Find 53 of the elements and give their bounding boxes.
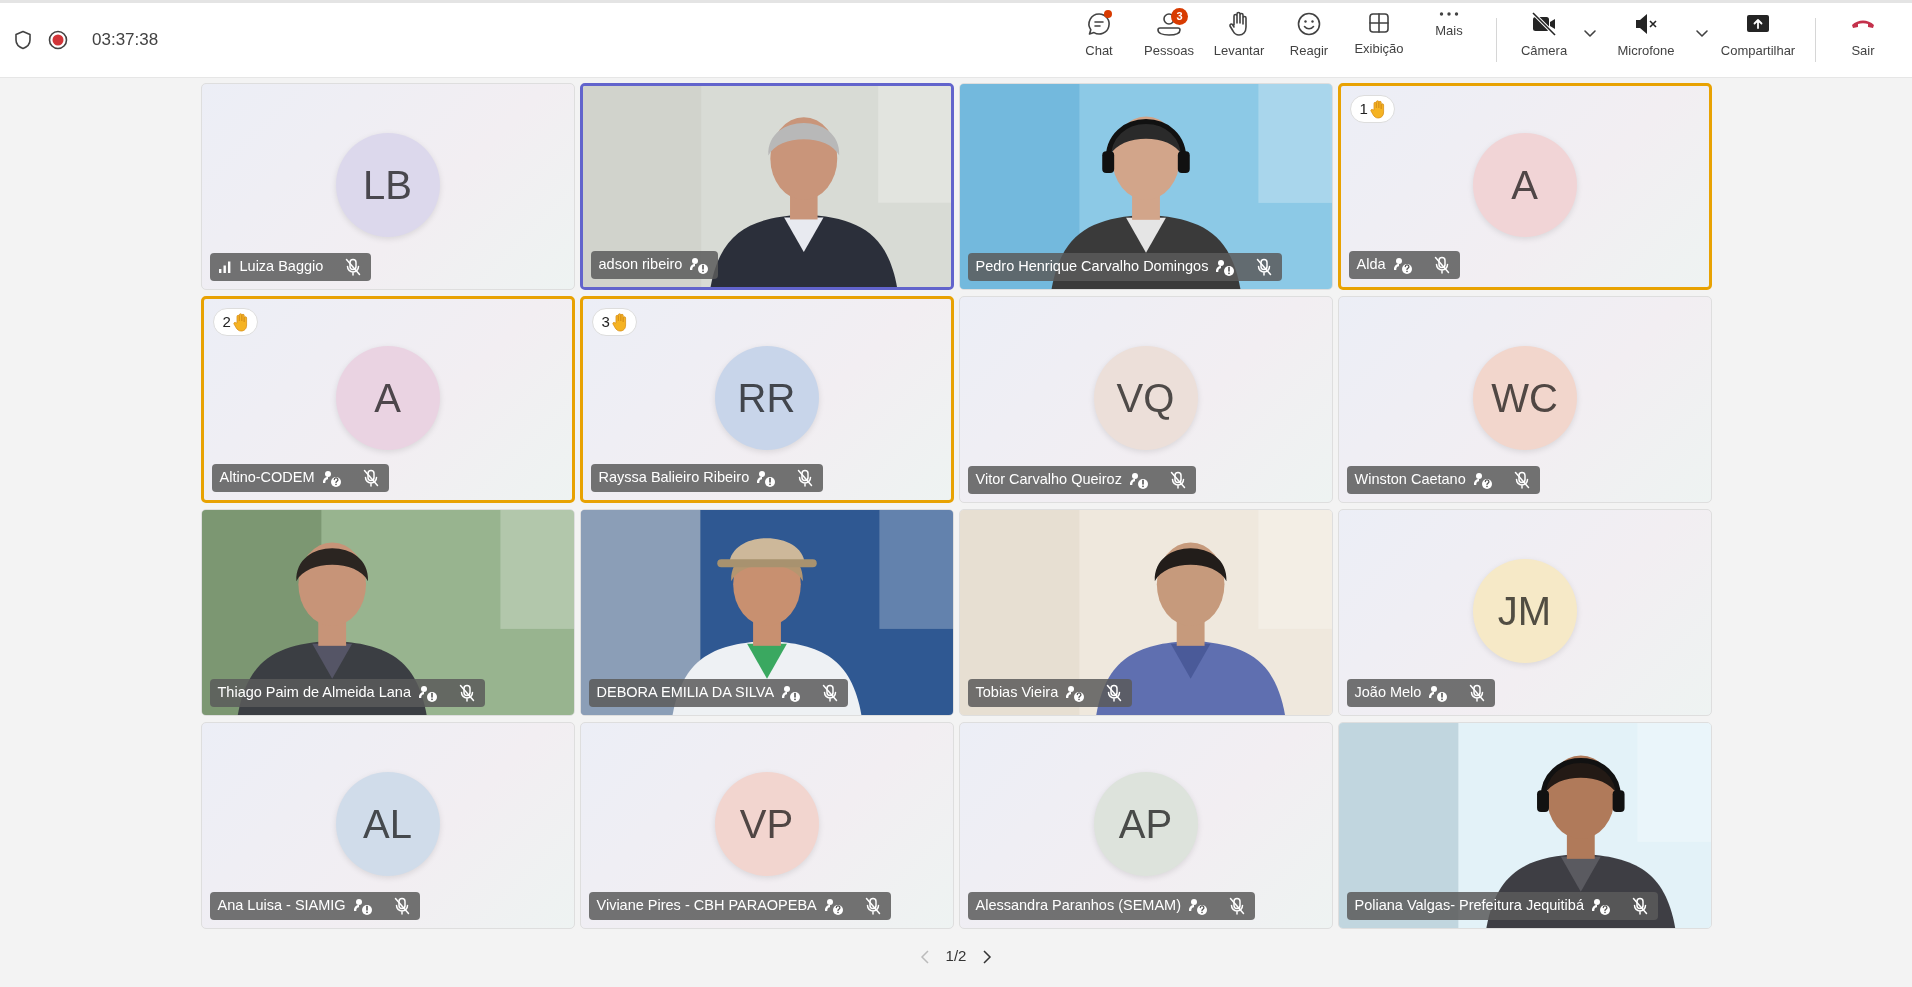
participant-name: Vitor Carvalho Queiroz	[975, 470, 1122, 490]
chevron-down-icon	[1583, 27, 1597, 38]
people-icon	[1155, 11, 1183, 37]
timer: 03:37:38	[92, 29, 159, 52]
view-button[interactable]: Exibição	[1344, 7, 1414, 73]
participant-name: Viviane Pires - CBH PARAOPEBA	[596, 896, 817, 916]
react-button[interactable]: Reagir	[1274, 7, 1344, 73]
people-button[interactable]: Pessoas 3	[1134, 7, 1204, 73]
shield-icon	[14, 30, 32, 50]
avatar: A	[335, 345, 440, 450]
chevron-right-icon	[982, 949, 993, 966]
participant-name: adson ribeiro	[598, 255, 683, 275]
participant-name: Winston Caetano	[1354, 470, 1466, 490]
participant-name: Altino-CODEM	[219, 468, 315, 488]
participant-name: Tobias Vieira	[975, 683, 1059, 703]
avatar: JM	[1472, 558, 1577, 663]
grid-icon	[1367, 11, 1391, 35]
smiley-icon	[1296, 11, 1322, 37]
avatar: AP	[1093, 771, 1198, 876]
chevron-left-icon	[919, 949, 930, 966]
participant-name: João Melo	[1354, 683, 1422, 703]
leave-button[interactable]: Sair	[1828, 7, 1898, 73]
queue-number: 2	[222, 311, 231, 332]
participant-name: Alda	[1356, 255, 1386, 275]
chevron-down-icon	[1695, 27, 1709, 38]
participant-name: Pedro Henrique Carvalho Domingos	[975, 257, 1209, 277]
page-indicator: 1/2	[945, 946, 967, 966]
participant-name: Alessandra Paranhos (SEMAM)	[975, 896, 1181, 916]
hand-button[interactable]: Levantar	[1204, 7, 1274, 73]
avatar: RR	[714, 345, 819, 450]
participant-name: Rayssa Balieiro Ribeiro	[598, 468, 750, 488]
chat-button[interactable]: Chat	[1064, 7, 1134, 73]
participant-name: Poliana Valgas- Prefeitura Jequitibá	[1354, 896, 1584, 916]
participant-name: Ana Luisa - SIAMIG	[217, 896, 346, 916]
mic-button[interactable]: Microfone	[1601, 7, 1691, 73]
participant-name: Thiago Paim de Almeida Lana	[217, 683, 411, 703]
more-icon	[1438, 11, 1460, 17]
camera-off-icon	[1530, 11, 1558, 37]
queue-number: 1	[1359, 98, 1368, 119]
avatar: WC	[1472, 345, 1577, 450]
queue-number: 3	[601, 311, 610, 332]
avatar: A	[1472, 132, 1577, 237]
participant-name: Luiza Baggio	[239, 257, 324, 277]
count-badge: 3	[1171, 8, 1188, 25]
camera-button[interactable]: Câmera	[1509, 7, 1579, 73]
chat-icon	[1086, 11, 1112, 37]
more-button[interactable]: Mais	[1414, 7, 1484, 73]
avatar: VP	[714, 771, 819, 876]
avatar: VQ	[1093, 345, 1198, 450]
avatar: AL	[335, 771, 440, 876]
share-button[interactable]: Compartilhar	[1713, 7, 1803, 73]
participant-name: DEBORA EMILIA DA SILVA	[596, 683, 775, 703]
avatar: LB	[335, 132, 440, 237]
